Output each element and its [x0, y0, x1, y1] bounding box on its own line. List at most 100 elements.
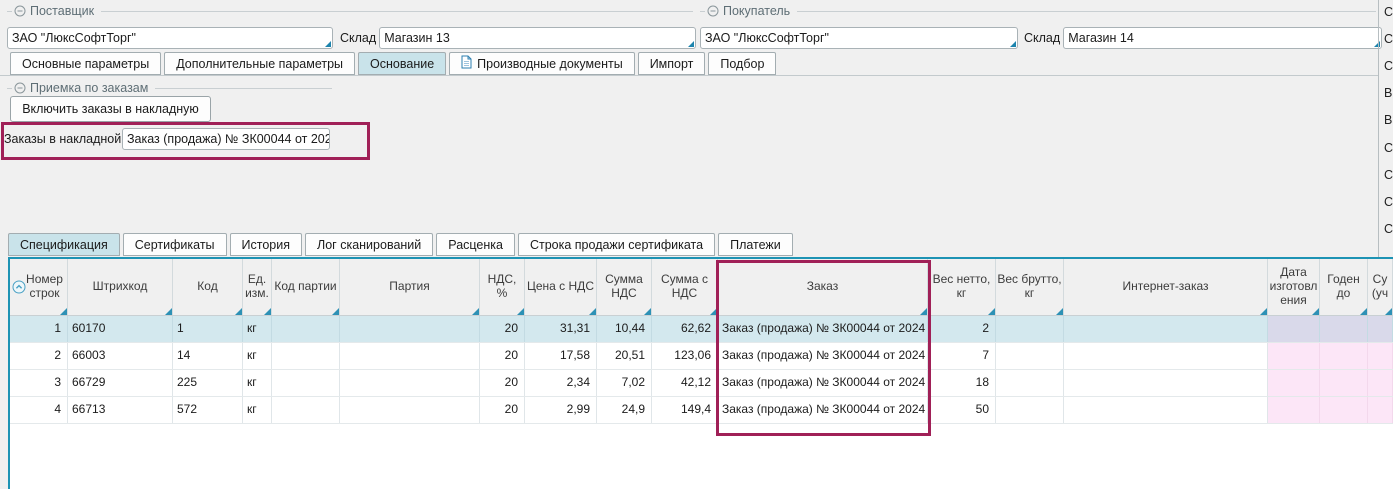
tab-derived-documents[interactable]: Производные документы [449, 52, 635, 75]
supplier-sklad-field[interactable]: Магазин 13 [379, 27, 696, 49]
cell-price[interactable]: 2,34 [525, 370, 597, 396]
collapse-icon[interactable] [707, 5, 719, 17]
cell-made[interactable] [1268, 370, 1320, 396]
tab-import[interactable]: Импорт [638, 52, 706, 75]
column-header-inet[interactable]: Интернет-заказ [1064, 259, 1268, 315]
cell-gross[interactable] [996, 397, 1064, 423]
cell-net[interactable]: 2 [928, 316, 996, 342]
tab-main-params[interactable]: Основные параметры [10, 52, 161, 75]
sort-ascending-icon[interactable] [12, 280, 26, 294]
column-header-total[interactable]: Сумма с НДС [652, 259, 718, 315]
cell-inet[interactable] [1064, 316, 1268, 342]
cell-valid[interactable] [1320, 370, 1368, 396]
column-header-vat[interactable]: НДС, % [480, 259, 525, 315]
filter-triangle-icon[interactable] [332, 308, 339, 315]
column-header-sum_uch[interactable]: Су (уч [1368, 259, 1393, 315]
cell-inet[interactable] [1064, 370, 1268, 396]
cell-order[interactable]: Заказ (продажа) № ЗК00044 от 2024 [718, 397, 928, 423]
filter-triangle-icon[interactable] [710, 308, 717, 315]
column-header-order[interactable]: Заказ [718, 259, 928, 315]
collapse-icon[interactable] [14, 82, 26, 94]
filter-triangle-icon[interactable] [1056, 308, 1063, 315]
cell-party_code[interactable] [272, 343, 340, 369]
tab-certificate-sale-row[interactable]: Строка продажи сертификата [518, 233, 715, 256]
column-header-barcode[interactable]: Штрихкод [68, 259, 173, 315]
cell-barcode[interactable]: 66729 [68, 370, 173, 396]
cell-barcode[interactable]: 66713 [68, 397, 173, 423]
column-header-unit[interactable]: Ед. изм. [243, 259, 272, 315]
buyer-sklad-field[interactable]: Магазин 14 [1063, 27, 1382, 49]
cell-vat[interactable]: 20 [480, 397, 525, 423]
filter-triangle-icon[interactable] [1260, 308, 1267, 315]
cell-gross[interactable] [996, 316, 1064, 342]
tab-basis[interactable]: Основание [358, 52, 446, 75]
cell-barcode[interactable]: 66003 [68, 343, 173, 369]
tab-payments[interactable]: Платежи [718, 233, 793, 256]
cell-price[interactable]: 2,99 [525, 397, 597, 423]
cell-unit[interactable]: кг [243, 397, 272, 423]
column-header-code[interactable]: Код [173, 259, 243, 315]
cell-num[interactable]: 1 [10, 316, 68, 342]
cell-net[interactable]: 50 [928, 397, 996, 423]
tab-specification[interactable]: Спецификация [8, 233, 120, 256]
cell-sum_uch[interactable] [1368, 370, 1393, 396]
table-row[interactable]: 366729225кг202,347,0242,12Заказ (продажа… [10, 370, 1393, 397]
cell-made[interactable] [1268, 316, 1320, 342]
cell-unit[interactable]: кг [243, 343, 272, 369]
cell-vat_sum[interactable]: 10,44 [597, 316, 652, 342]
filter-triangle-icon[interactable] [988, 308, 995, 315]
cell-total[interactable]: 62,62 [652, 316, 718, 342]
cell-made[interactable] [1268, 343, 1320, 369]
cell-order[interactable]: Заказ (продажа) № ЗК00044 от 2024 [718, 370, 928, 396]
column-header-net[interactable]: Вес нетто, кг [928, 259, 996, 315]
cell-gross[interactable] [996, 343, 1064, 369]
column-header-gross[interactable]: Вес брутто, кг [996, 259, 1064, 315]
column-header-made[interactable]: Дата изготовления [1268, 259, 1320, 315]
cell-sum_uch[interactable] [1368, 343, 1393, 369]
cell-price[interactable]: 17,58 [525, 343, 597, 369]
cell-valid[interactable] [1320, 343, 1368, 369]
cell-party_code[interactable] [272, 316, 340, 342]
filter-triangle-icon[interactable] [644, 308, 651, 315]
filter-triangle-icon[interactable] [472, 308, 479, 315]
column-header-price[interactable]: Цена с НДС [525, 259, 597, 315]
filter-triangle-icon[interactable] [1360, 308, 1367, 315]
table-row[interactable]: 466713572кг202,9924,9149,4Заказ (продажа… [10, 397, 1393, 424]
filter-triangle-icon[interactable] [165, 308, 172, 315]
column-header-num[interactable]: Номер строк [10, 259, 68, 315]
cell-vat_sum[interactable]: 24,9 [597, 397, 652, 423]
cell-vat[interactable]: 20 [480, 370, 525, 396]
buyer-name-field[interactable]: ЗАО "ЛюксСофтТорг" [700, 27, 1018, 49]
cell-code[interactable]: 14 [173, 343, 243, 369]
filter-triangle-icon[interactable] [517, 308, 524, 315]
filter-triangle-icon[interactable] [235, 308, 242, 315]
cell-party[interactable] [340, 316, 480, 342]
cell-party[interactable] [340, 397, 480, 423]
cell-net[interactable]: 7 [928, 343, 996, 369]
cell-sum_uch[interactable] [1368, 397, 1393, 423]
filter-triangle-icon[interactable] [264, 308, 271, 315]
cell-num[interactable]: 2 [10, 343, 68, 369]
cell-vat[interactable]: 20 [480, 316, 525, 342]
orders-in-invoice-field[interactable]: Заказ (продажа) № ЗК00044 от 2024 [122, 128, 330, 150]
cell-vat_sum[interactable]: 7,02 [597, 370, 652, 396]
cell-order[interactable]: Заказ (продажа) № ЗК00044 от 2024 [718, 316, 928, 342]
cell-made[interactable] [1268, 397, 1320, 423]
cell-num[interactable]: 4 [10, 397, 68, 423]
cell-party_code[interactable] [272, 370, 340, 396]
cell-vat_sum[interactable]: 20,51 [597, 343, 652, 369]
cell-vat[interactable]: 20 [480, 343, 525, 369]
cell-unit[interactable]: кг [243, 370, 272, 396]
cell-num[interactable]: 3 [10, 370, 68, 396]
cell-code[interactable]: 572 [173, 397, 243, 423]
cell-party_code[interactable] [272, 397, 340, 423]
supplier-name-field[interactable]: ЗАО "ЛюксСофтТорг" [7, 27, 333, 49]
table-row[interactable]: 1601701кг2031,3110,4462,62Заказ (продажа… [10, 316, 1393, 343]
cell-party[interactable] [340, 343, 480, 369]
column-header-vat_sum[interactable]: Сумма НДС [597, 259, 652, 315]
cell-net[interactable]: 18 [928, 370, 996, 396]
tab-selection[interactable]: Подбор [708, 52, 776, 75]
cell-order[interactable]: Заказ (продажа) № ЗК00044 от 2024 [718, 343, 928, 369]
filter-triangle-icon[interactable] [60, 308, 67, 315]
filter-triangle-icon[interactable] [920, 308, 927, 315]
